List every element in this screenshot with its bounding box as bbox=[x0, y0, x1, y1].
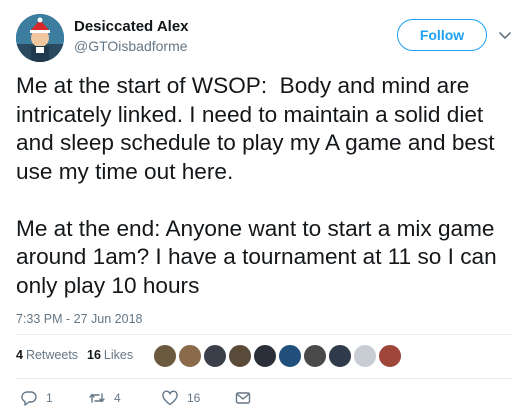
liker-avatar[interactable] bbox=[303, 344, 327, 368]
liker-avatar[interactable] bbox=[178, 344, 202, 368]
liker-avatar[interactable] bbox=[353, 344, 377, 368]
retweet-icon bbox=[89, 393, 105, 403]
direct-message-button[interactable] bbox=[234, 386, 252, 410]
likes-label: Likes bbox=[103, 348, 134, 362]
liker-avatar[interactable] bbox=[328, 344, 352, 368]
liker-avatar[interactable] bbox=[278, 344, 302, 368]
retweet-count: 4 bbox=[114, 391, 121, 405]
reply-count: 1 bbox=[46, 391, 53, 405]
envelope-icon bbox=[235, 392, 251, 404]
retweets-label: Retweets bbox=[25, 348, 79, 362]
chevron-down-icon[interactable] bbox=[496, 26, 514, 44]
tweet-text: Me at the start of WSOP: Body and mind a… bbox=[16, 73, 497, 298]
tweet-header: Desiccated Alex @GTOisbadforme Follow bbox=[16, 12, 521, 64]
liker-avatar[interactable] bbox=[228, 344, 252, 368]
retweet-button[interactable]: 4 bbox=[88, 386, 121, 410]
tweet-stats: 4 Retweets 16 Likes bbox=[16, 341, 513, 371]
follow-button[interactable]: Follow bbox=[397, 19, 487, 51]
retweets-count: 4 bbox=[16, 348, 23, 362]
likes-stat[interactable]: 16 Likes bbox=[87, 348, 133, 362]
liker-avatars bbox=[153, 342, 402, 370]
like-count: 16 bbox=[187, 391, 201, 405]
like-button[interactable]: 16 bbox=[161, 386, 200, 410]
tweet-card: Desiccated Alex @GTOisbadforme Follow Me… bbox=[0, 0, 529, 415]
heart-icon bbox=[162, 390, 178, 406]
author-display-name[interactable]: Desiccated Alex bbox=[74, 18, 189, 35]
author-handle[interactable]: @GTOisbadforme bbox=[74, 38, 188, 54]
tweet-timestamp[interactable]: 7:33 PM - 27 Jun 2018 bbox=[16, 312, 142, 326]
liker-avatar[interactable] bbox=[153, 344, 177, 368]
divider bbox=[16, 378, 513, 379]
avatar-illustration bbox=[16, 14, 64, 62]
liker-avatar[interactable] bbox=[203, 344, 227, 368]
divider bbox=[16, 334, 513, 335]
liker-avatar[interactable] bbox=[378, 344, 402, 368]
reply-button[interactable]: 1 bbox=[20, 386, 53, 410]
author-avatar[interactable] bbox=[16, 14, 64, 62]
likes-count: 16 bbox=[87, 348, 101, 362]
reply-icon bbox=[21, 391, 37, 406]
retweets-stat[interactable]: 4 Retweets bbox=[16, 348, 78, 362]
tweet-actions: 1 4 16 bbox=[16, 386, 513, 410]
liker-avatar[interactable] bbox=[253, 344, 277, 368]
